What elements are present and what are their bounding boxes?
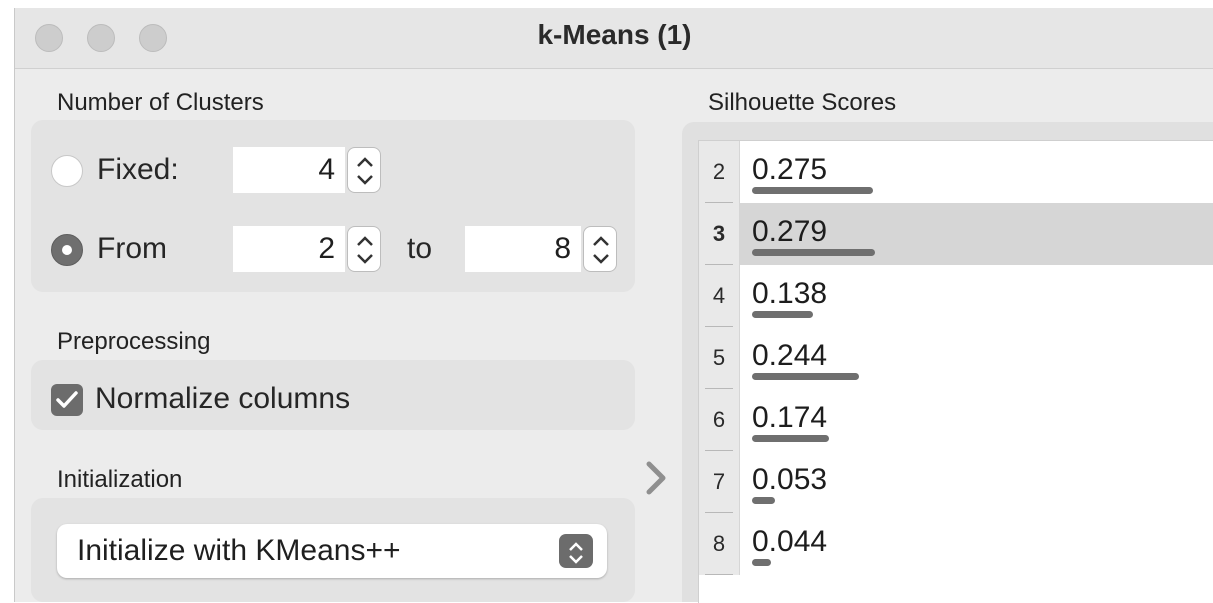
- table-row[interactable]: 0.138: [740, 265, 1213, 327]
- chevron-right-icon[interactable]: [643, 458, 669, 503]
- row-number: 3: [699, 203, 740, 265]
- row-k-value: 7: [712, 469, 726, 494]
- stepper-icon[interactable]: [583, 226, 617, 272]
- table-row[interactable]: 0.053: [740, 451, 1213, 513]
- initialization-value: Initialize with KMeans++: [77, 534, 401, 567]
- stepper-icon[interactable]: [347, 147, 381, 193]
- silhouette-score: 0.275: [752, 153, 828, 186]
- silhouette-score: 0.174: [752, 401, 828, 434]
- normalize-label[interactable]: Normalize columns: [95, 382, 350, 416]
- from-input[interactable]: 2: [233, 226, 345, 272]
- initialization-heading: Initialization: [57, 466, 183, 493]
- table-row[interactable]: 0.244: [740, 327, 1213, 389]
- title-bar: k-Means (1): [15, 8, 1213, 69]
- row-k-value: 8: [712, 531, 726, 556]
- silhouette-heading: Silhouette Scores: [708, 89, 897, 116]
- row-number: 2: [699, 141, 740, 203]
- row-k-value: 3: [712, 221, 726, 246]
- preprocessing-heading: Preprocessing: [57, 328, 211, 355]
- table-row[interactable]: 0.044: [740, 513, 1213, 575]
- range-radio[interactable]: [51, 234, 83, 266]
- from-label[interactable]: From: [97, 232, 167, 266]
- score-bar: [752, 373, 859, 380]
- to-label: to: [407, 232, 433, 265]
- row-k-value: 6: [712, 407, 726, 432]
- score-bar: [752, 497, 775, 504]
- row-number: 5: [699, 327, 740, 389]
- silhouette-score: 0.244: [752, 339, 828, 372]
- score-bar: [752, 187, 873, 194]
- silhouette-score: 0.279: [752, 215, 828, 248]
- fixed-count-input[interactable]: 4: [233, 147, 345, 193]
- popup-arrows-icon: [559, 534, 593, 568]
- table-row[interactable]: 0.279: [740, 203, 1213, 265]
- score-bar: [752, 435, 829, 442]
- score-bar: [752, 559, 771, 566]
- initialization-select[interactable]: Initialize with KMeans++: [57, 524, 607, 578]
- table-row[interactable]: 0.275: [740, 141, 1213, 203]
- to-input[interactable]: 8: [465, 226, 581, 272]
- score-bar: [752, 249, 875, 256]
- silhouette-score: 0.138: [752, 277, 828, 310]
- fixed-radio[interactable]: [51, 155, 83, 187]
- row-number: 7: [699, 451, 740, 513]
- silhouette-list[interactable]: 2 0.275 3 0.279 4 0.138 5 0.244 6 0.174 7 0.053 8 0.0…: [698, 140, 1213, 603]
- silhouette-score: 0.053: [752, 463, 828, 496]
- score-bar: [752, 311, 813, 318]
- row-k-value: 2: [712, 159, 726, 184]
- row-divider: [705, 574, 733, 575]
- row-number: 8: [699, 513, 740, 575]
- normalize-checkbox[interactable]: [51, 384, 83, 416]
- clusters-heading: Number of Clusters: [57, 89, 264, 116]
- silhouette-score: 0.044: [752, 525, 828, 558]
- window-title: k-Means (1): [537, 19, 692, 50]
- fixed-label[interactable]: Fixed:: [97, 153, 179, 187]
- stepper-icon[interactable]: [347, 226, 381, 272]
- row-k-value: 5: [712, 345, 726, 370]
- checkmark-icon: [56, 391, 78, 408]
- table-row[interactable]: 0.174: [740, 389, 1213, 451]
- row-number: 6: [699, 389, 740, 451]
- row-k-value: 4: [712, 283, 726, 308]
- row-number: 4: [699, 265, 740, 327]
